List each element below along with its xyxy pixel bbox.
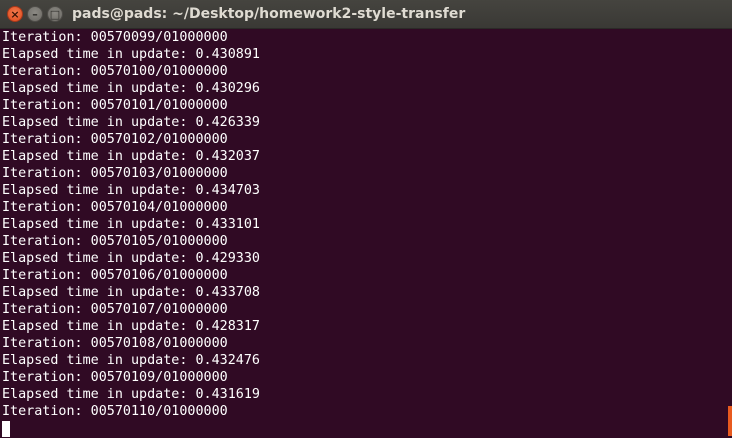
output-line: Iteration: 00570101/01000000 — [2, 98, 228, 113]
output-line: Iteration: 00570110/01000000 — [2, 404, 228, 419]
output-line: Iteration: 00570107/01000000 — [2, 302, 228, 317]
output-line: Iteration: 00570106/01000000 — [2, 268, 228, 283]
output-line: Iteration: 00570103/01000000 — [2, 166, 228, 181]
output-line: Elapsed time in update: 0.433101 — [2, 217, 260, 232]
output-line: Elapsed time in update: 0.434703 — [2, 183, 260, 198]
output-line: Iteration: 00570108/01000000 — [2, 336, 228, 351]
output-line: Elapsed time in update: 0.433708 — [2, 285, 260, 300]
output-line: Elapsed time in update: 0.432476 — [2, 353, 260, 368]
minimize-icon[interactable]: – — [27, 6, 43, 22]
output-line: Iteration: 00570100/01000000 — [2, 64, 228, 79]
title-bar[interactable]: × – □ pads@pads: ~/Desktop/homework2-sty… — [0, 0, 732, 29]
window-title: pads@pads: ~/Desktop/homework2-style-tra… — [72, 6, 466, 22]
output-line: Iteration: 00570104/01000000 — [2, 200, 228, 215]
output-line: Elapsed time in update: 0.430891 — [2, 47, 260, 62]
maximize-icon[interactable]: □ — [47, 6, 63, 22]
output-line: Iteration: 00570102/01000000 — [2, 132, 228, 147]
scrollbar[interactable] — [728, 29, 732, 438]
output-line: Elapsed time in update: 0.429330 — [2, 251, 260, 266]
output-line: Elapsed time in update: 0.426339 — [2, 115, 260, 130]
output-line: Elapsed time in update: 0.432037 — [2, 149, 260, 164]
scrollbar-thumb[interactable] — [728, 406, 732, 436]
terminal-output[interactable]: Iteration: 00570099/01000000 Elapsed tim… — [0, 29, 728, 438]
text-cursor — [2, 421, 10, 437]
cursor-line — [2, 420, 728, 437]
output-line: Iteration: 00570109/01000000 — [2, 370, 228, 385]
output-line: Elapsed time in update: 0.428317 — [2, 319, 260, 334]
terminal-window: × – □ pads@pads: ~/Desktop/homework2-sty… — [0, 0, 732, 438]
close-icon[interactable]: × — [7, 6, 23, 22]
output-line: Iteration: 00570099/01000000 — [2, 30, 228, 45]
output-line: Iteration: 00570105/01000000 — [2, 234, 228, 249]
output-line: Elapsed time in update: 0.431619 — [2, 387, 260, 402]
output-line: Elapsed time in update: 0.430296 — [2, 81, 260, 96]
